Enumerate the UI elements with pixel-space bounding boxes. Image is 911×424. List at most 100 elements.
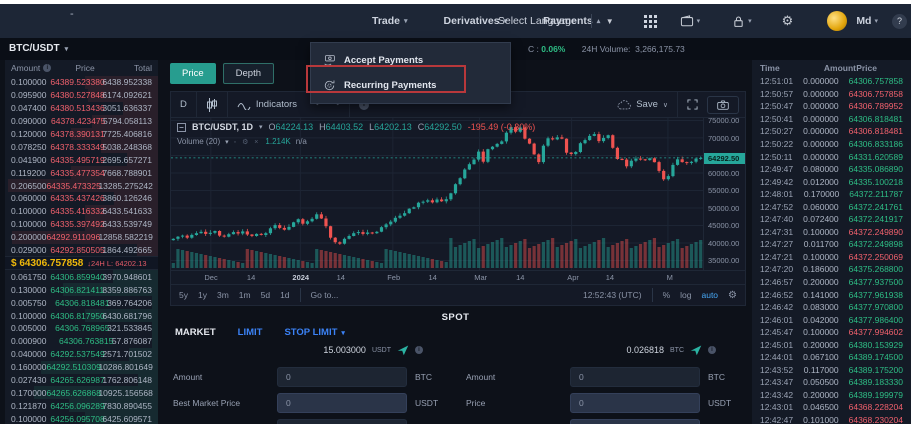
menu-item-recurring-payments[interactable]: Recurring Payments [311, 73, 510, 98]
tab-depth[interactable]: Depth [223, 63, 274, 84]
nav-trade[interactable]: Trade▾ [372, 15, 408, 27]
collapse-icon[interactable] [177, 123, 186, 132]
scale-log-button[interactable]: log [680, 290, 691, 300]
info-icon[interactable]: i [708, 346, 716, 354]
trade-row: 12:43:010.04650064368.228204 [752, 401, 911, 414]
orderbook-bid-row[interactable]: 0.13000064306.8214118359.886763 [5, 283, 158, 296]
chevron-down-icon: ▾ [65, 45, 69, 53]
transfer-pointer-icon[interactable] [397, 344, 409, 356]
buy-amount-input[interactable] [277, 367, 407, 387]
orderbook-bid-row[interactable]: 0.10000064306.8179506430.681796 [5, 309, 158, 322]
tab-stop-limit[interactable]: STOP LIMIT▾ [284, 327, 344, 338]
orderbook-bid-row[interactable]: 0.06175064306.8599403970.948601 [5, 270, 158, 283]
orderbook-bid-row[interactable]: 0.12187064256.0962897830.890455 [5, 399, 158, 412]
orderbook-ask-row[interactable]: 0.20650064335.47332513285.275242 [5, 179, 158, 192]
orderbook-ask-row[interactable]: 0.04190064335.4957192695.657271 [5, 153, 158, 166]
scale-percent-button[interactable]: % [663, 290, 671, 300]
trade-row: 12:47:520.06000064372.241761 [752, 200, 911, 213]
chart-bottom-bar: 5y 1y 3m 1m 5d 1d Go to... 12:52:43 (UTC) % l… [171, 284, 745, 305]
gear-icon[interactable]: ⚙ [782, 13, 794, 29]
hand-money-icon [323, 54, 336, 67]
last-price: $ 64306.757858 [11, 258, 83, 269]
logo: - [70, 8, 74, 20]
tab-limit[interactable]: LIMIT [238, 327, 263, 338]
indicators-button[interactable]: Indicators [228, 92, 306, 117]
timeframe-1y[interactable]: 1y [198, 290, 207, 300]
sell-amount-input[interactable] [570, 367, 700, 387]
orderbook-bid-row[interactable]: 0.10000064256.0957086425.609571 [5, 412, 158, 424]
orderbook-ask-row[interactable]: 0.12000064378.3901317725.406816 [5, 128, 158, 141]
orderbook-ask-row[interactable]: 0.09590064380.5278486174.092621 [5, 89, 158, 102]
sell-price-input[interactable] [570, 393, 700, 413]
buy-balance: 15.003000 USDT i [173, 343, 449, 357]
orderbook-bid-row[interactable]: 0.16000064292.51030910286.801649 [5, 361, 158, 374]
price-tick: 70000.00 [708, 134, 739, 143]
buy-total-price-input[interactable] [277, 419, 407, 424]
orderbook-ask-row[interactable]: 0.09000064378.4234755794.058113 [5, 115, 158, 128]
scale-auto-button[interactable]: auto [701, 290, 718, 300]
chart-clock[interactable]: 12:52:43 (UTC) [583, 290, 642, 300]
orderbook-bid-row[interactable]: 0.00500064306.768965321.533845 [5, 322, 158, 335]
orderbook-ask-row[interactable]: 0.11920064335.4773547668.788901 [5, 166, 158, 179]
help-icon[interactable]: ? [892, 14, 907, 29]
time-axis[interactable]: Dec14202414Feb14Mar14Apr14M [171, 270, 745, 284]
sell-total-price-input[interactable] [570, 419, 700, 424]
orderbook-bid-row[interactable]: 0.17000064265.62686810925.156568 [5, 386, 158, 399]
info-icon[interactable]: i [43, 64, 51, 72]
lock-icon[interactable]: ▾ [732, 15, 752, 28]
trade-row: 12:50:110.00000064331.620589 [752, 150, 911, 163]
chevron-down-icon[interactable]: ▾ [225, 138, 229, 146]
timeframe-5d[interactable]: 5d [261, 290, 270, 300]
price-tick: 45000.00 [708, 221, 739, 230]
language-caret-icon[interactable]: ▼ [606, 17, 614, 26]
wallet-icon[interactable]: ▾ [680, 15, 701, 27]
axis-settings-gear-icon[interactable]: ⚙ [728, 290, 737, 301]
camera-icon[interactable] [707, 96, 739, 114]
chevron-down-icon[interactable]: ▾ [259, 123, 263, 131]
price-axis[interactable]: 75000.0070000.0060000.0055000.0050000.00… [703, 118, 745, 270]
chevron-down-icon: ▾ [404, 17, 408, 25]
orderbook-ask-row[interactable]: 0.20000064292.91109612858.582219 [5, 231, 158, 244]
tab-market[interactable]: MARKET [175, 327, 216, 338]
orderbook-bid-row[interactable]: 0.00090064306.76381557.876087 [5, 335, 158, 348]
pair-selector[interactable]: BTC/USDT▾ [9, 43, 68, 54]
buy-best-market-price-input[interactable] [277, 393, 407, 413]
goto-button[interactable]: Go to... [311, 290, 339, 300]
orderbook-ask-row[interactable]: 0.07825064378.3333495038.248368 [5, 140, 158, 153]
time-tick: 2024 [292, 273, 309, 282]
orderbook-ask-row[interactable]: 0.10000064389.5233806438.952338 [5, 76, 158, 89]
fullscreen-icon[interactable] [678, 92, 707, 117]
transfer-pointer-icon[interactable] [690, 344, 702, 356]
trade-row: 12:45:010.20000064380.153929 [752, 338, 911, 351]
study-controls-icons[interactable]: ◦ ⚙ × [234, 138, 261, 146]
orderbook-bid-row[interactable]: 0.04000064292.5375492571.701502 [5, 348, 158, 361]
candle-style-button[interactable] [197, 92, 227, 117]
select-language[interactable]: Select Language [498, 15, 577, 27]
price-tick: 60000.00 [708, 169, 739, 178]
info-icon[interactable]: i [415, 346, 423, 354]
menu-item-accept-payments[interactable]: Accept Payments [311, 48, 510, 73]
orderbook-ask-row[interactable]: 0.04740064380.5134363051.636337 [5, 102, 158, 115]
timeframe-1m[interactable]: 1m [239, 290, 251, 300]
orderbook-bid-row[interactable]: 0.00575064306.818481369.764206 [5, 296, 158, 309]
orderbook-ask-row[interactable]: 0.10000064335.3974926433.539749 [5, 218, 158, 231]
ohlc-close: 64292.50 [424, 122, 462, 132]
buy-balance-value: 15.003000 [323, 345, 366, 355]
chart-main: 75000.0070000.0060000.0055000.0050000.00… [171, 118, 745, 270]
time-tick: 14 [247, 273, 255, 282]
trade-row: 12:45:470.10000064377.994602 [752, 326, 911, 339]
tab-price[interactable]: Price [170, 63, 216, 84]
timeframe-1d[interactable]: 1d [280, 290, 289, 300]
timeframe-5y[interactable]: 5y [179, 290, 188, 300]
orderbook-ask-row[interactable]: 0.10000064335.4163326433.541633 [5, 205, 158, 218]
recurring-icon [323, 79, 336, 92]
orderbook-ask-row[interactable]: 0.02900064292.8505051864.492665 [5, 244, 158, 257]
orderbook-asks: 0.10000064389.5233806438.9523380.0959006… [5, 76, 158, 256]
interval-button[interactable]: D [171, 92, 196, 117]
timeframe-3m[interactable]: 3m [217, 290, 229, 300]
orderbook-bid-row[interactable]: 0.02743064265.6269871762.806148 [5, 374, 158, 387]
orderbook-ask-row[interactable]: 0.06000064335.4374263860.126246 [5, 192, 158, 205]
save-button[interactable]: Save∨ [608, 92, 677, 117]
user-menu[interactable]: Md ▾ [827, 11, 878, 31]
trade-row: 12:50:470.00000064306.789952 [752, 100, 911, 113]
